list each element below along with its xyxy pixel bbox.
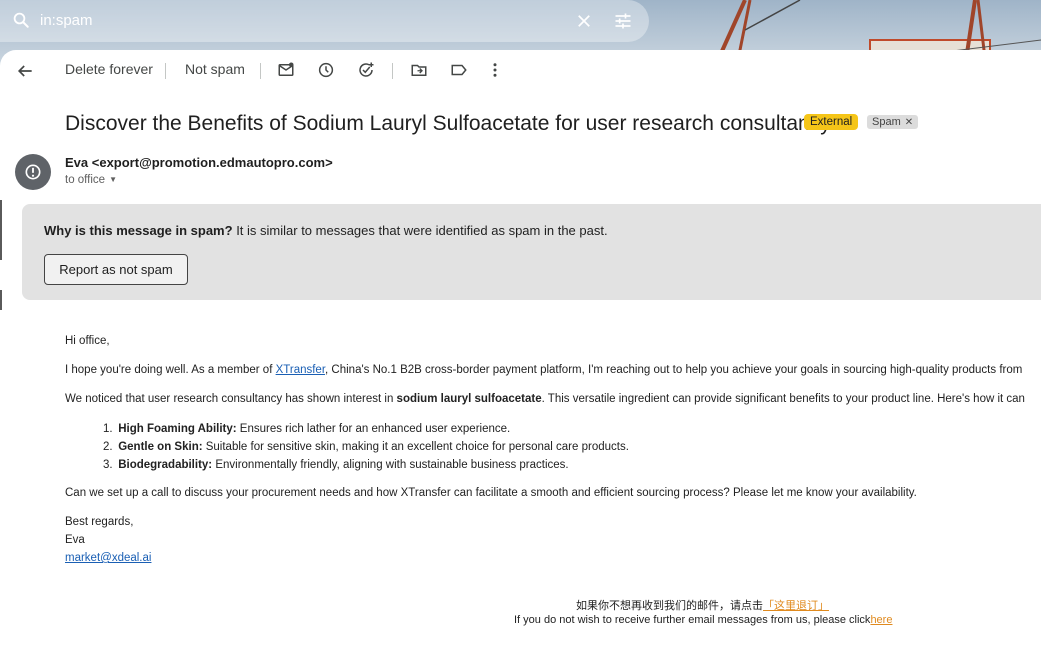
divider <box>165 63 166 79</box>
avatar <box>15 154 51 190</box>
label-icon[interactable] <box>450 61 470 81</box>
recipient-details[interactable]: to office ▼ <box>65 174 117 186</box>
unsubscribe-en: If you do not wish to receive further em… <box>514 614 893 626</box>
paragraph-2: We noticed that user research consultanc… <box>65 393 1025 405</box>
greeting: Hi office, <box>65 335 110 347</box>
search-icon[interactable] <box>12 11 30 34</box>
external-badge: External <box>804 114 859 130</box>
paragraph-1: I hope you're doing well. As a member of… <box>65 364 1023 376</box>
more-icon[interactable] <box>486 61 506 81</box>
back-arrow-icon[interactable] <box>15 61 35 81</box>
snooze-icon[interactable] <box>317 61 337 81</box>
signature-email-link[interactable]: market@xdeal.ai <box>65 552 151 564</box>
unsubscribe-en-link[interactable]: here <box>870 614 892 626</box>
spam-label: Spam ✕ <box>867 115 919 129</box>
report-not-spam-button[interactable]: Report as not spam <box>44 254 188 285</box>
edge-mark <box>0 290 2 310</box>
move-to-icon[interactable] <box>410 61 430 81</box>
email-panel: Delete forever Not spam Discover the Ben… <box>0 50 1041 650</box>
list-item: 2. Gentle on Skin: Suitable for sensitiv… <box>103 441 629 453</box>
divider <box>392 63 393 79</box>
toolbar: Delete forever Not spam <box>0 50 1041 92</box>
mark-unread-icon[interactable] <box>277 61 297 81</box>
xtransfer-link[interactable]: XTransfer <box>276 364 325 376</box>
list-item: 3. Biodegradability: Environmentally fri… <box>103 459 569 471</box>
email-subject: Discover the Benefits of Sodium Lauryl S… <box>65 112 831 135</box>
search-input[interactable]: in:spam <box>40 12 93 29</box>
closing: Best regards, <box>65 516 134 528</box>
spam-notice: Why is this message in spam? It is simil… <box>22 204 1041 300</box>
add-task-icon[interactable] <box>357 61 377 81</box>
spam-notice-text: Why is this message in spam? It is simil… <box>44 223 608 238</box>
search-options-icon[interactable] <box>613 11 633 36</box>
delete-forever-button[interactable]: Delete forever <box>65 61 153 77</box>
spam-label-text: Spam <box>872 116 901 128</box>
divider <box>260 63 261 79</box>
list-item: 1. High Foaming Ability: Ensures rich la… <box>103 423 511 435</box>
clear-search-icon[interactable] <box>575 12 593 35</box>
chevron-down-icon[interactable]: ▼ <box>109 175 117 184</box>
paragraph-3: Can we set up a call to discuss your pro… <box>65 487 917 499</box>
sender: Eva <export@promotion.edmautopro.com> <box>65 155 333 170</box>
spam-notice-body: It is similar to messages that were iden… <box>236 223 608 238</box>
unsubscribe-cn-link[interactable]: 「这里退订」 <box>763 600 829 612</box>
not-spam-button[interactable]: Not spam <box>185 61 245 77</box>
recipient-text: to office <box>65 174 106 186</box>
remove-label-icon[interactable]: ✕ <box>905 117 913 128</box>
spam-notice-title: Why is this message in spam? <box>44 223 233 238</box>
edge-mark <box>0 200 2 260</box>
search-bar[interactable]: in:spam <box>0 0 649 42</box>
signature-name: Eva <box>65 534 85 546</box>
unsubscribe-cn: 如果你不想再收到我们的邮件，请点击「这里退订」 <box>576 600 829 612</box>
